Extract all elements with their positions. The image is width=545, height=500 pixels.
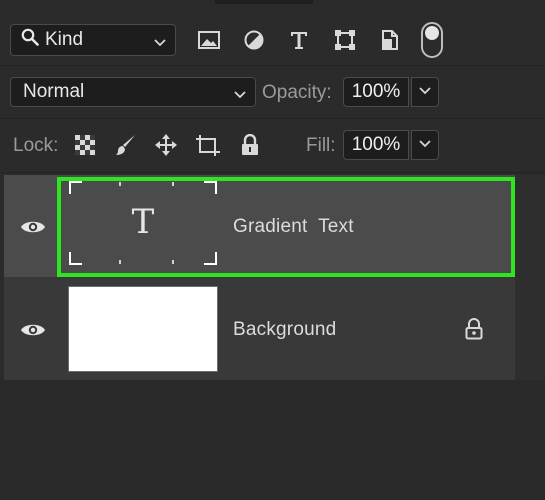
filter-toggle[interactable] — [421, 22, 443, 58]
lock-all-icon[interactable] — [237, 132, 263, 158]
selection-highlight — [57, 177, 515, 277]
chevron-down-icon — [153, 33, 167, 55]
adjustment-filter-icon[interactable] — [240, 26, 268, 54]
empty-layers-area — [0, 380, 545, 500]
search-icon — [21, 28, 39, 52]
layer-row-background[interactable]: Background — [4, 278, 515, 380]
opacity-dropdown-button[interactable] — [411, 77, 439, 107]
filter-kind-label: Kind — [45, 29, 84, 50]
eye-icon[interactable] — [20, 218, 46, 236]
chevron-down-icon — [418, 136, 432, 155]
toggle-knob — [425, 26, 439, 40]
fill-label: Fill: — [306, 135, 336, 156]
lock-transparent-pixels-icon[interactable] — [72, 132, 98, 158]
scroll-gutter — [515, 175, 545, 380]
lock-label: Lock: — [13, 135, 59, 156]
type-filter-icon[interactable] — [285, 26, 313, 54]
image-filter-icon[interactable] — [195, 26, 223, 54]
chevron-down-icon — [418, 83, 432, 102]
layer-filter-bar: Kind — [0, 14, 545, 64]
lock-artboard-icon[interactable] — [195, 132, 221, 158]
panel-tab-strip — [215, 0, 313, 4]
divider — [0, 172, 545, 173]
eye-icon[interactable] — [20, 321, 46, 339]
lock-bar: Lock: Fill: 100% — [0, 119, 545, 171]
blend-mode-bar: Normal Opacity: 100% — [0, 66, 545, 118]
filter-kind-select[interactable]: Kind — [10, 24, 176, 56]
smart-object-filter-icon[interactable] — [376, 26, 404, 54]
fill-dropdown-button[interactable] — [411, 130, 439, 160]
lock-position-icon[interactable] — [153, 132, 179, 158]
shape-filter-icon[interactable] — [331, 26, 359, 54]
blend-mode-value: Normal — [23, 81, 85, 102]
lock-image-pixels-icon[interactable] — [113, 132, 139, 158]
chevron-down-icon — [233, 85, 247, 107]
blend-mode-select[interactable]: Normal — [10, 77, 256, 107]
background-layer-thumbnail — [68, 286, 218, 372]
fill-input[interactable]: 100% — [343, 130, 409, 160]
opacity-label: Opacity: — [262, 82, 332, 103]
opacity-input[interactable]: 100% — [343, 77, 409, 107]
lock-icon[interactable] — [464, 318, 486, 342]
layer-name[interactable]: Background — [233, 319, 336, 341]
